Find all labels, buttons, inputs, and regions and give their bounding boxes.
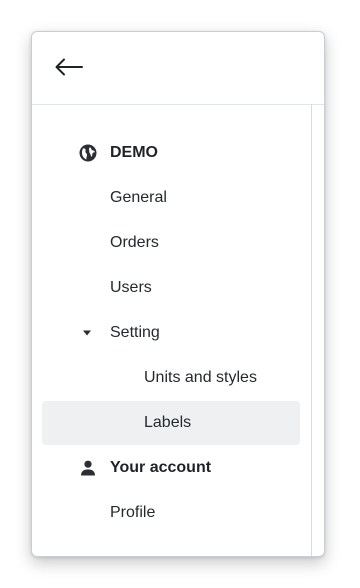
nav-item-your-account[interactable]: Your account — [42, 446, 300, 490]
nav-item-label: Setting — [110, 324, 160, 341]
nav-item-profile[interactable]: Profile — [42, 491, 300, 535]
nav-item-label: Orders — [110, 234, 159, 251]
navigation-panel: DEMO General Orders Users Setting Units … — [31, 31, 325, 557]
nav-item-label: DEMO — [110, 144, 158, 161]
nav-item-labels[interactable]: Labels — [42, 401, 300, 445]
user-icon — [80, 460, 96, 476]
nav-item-users[interactable]: Users — [42, 266, 300, 310]
panel-header — [32, 32, 324, 105]
nav-item-label: Labels — [144, 414, 192, 431]
globe-icon — [79, 144, 97, 162]
nav-item-label: Profile — [110, 504, 156, 521]
sidebar-nav: DEMO General Orders Users Setting Units … — [32, 104, 324, 556]
nav-item-label: Units and styles — [144, 369, 257, 386]
nav-item-orders[interactable]: Orders — [42, 221, 300, 265]
nav-item-setting[interactable]: Setting — [42, 311, 300, 355]
nav-item-general[interactable]: General — [42, 176, 300, 220]
arrow-left-icon — [55, 58, 83, 76]
nav-item-label: General — [110, 189, 167, 206]
back-button[interactable] — [52, 52, 86, 82]
nav-item-units-and-styles[interactable]: Units and styles — [42, 356, 300, 400]
nav-item-demo[interactable]: DEMO — [42, 131, 300, 175]
nav-item-label: Your account — [110, 459, 212, 476]
caret-down-icon[interactable] — [82, 329, 92, 337]
nav-item-label: Users — [110, 279, 152, 296]
